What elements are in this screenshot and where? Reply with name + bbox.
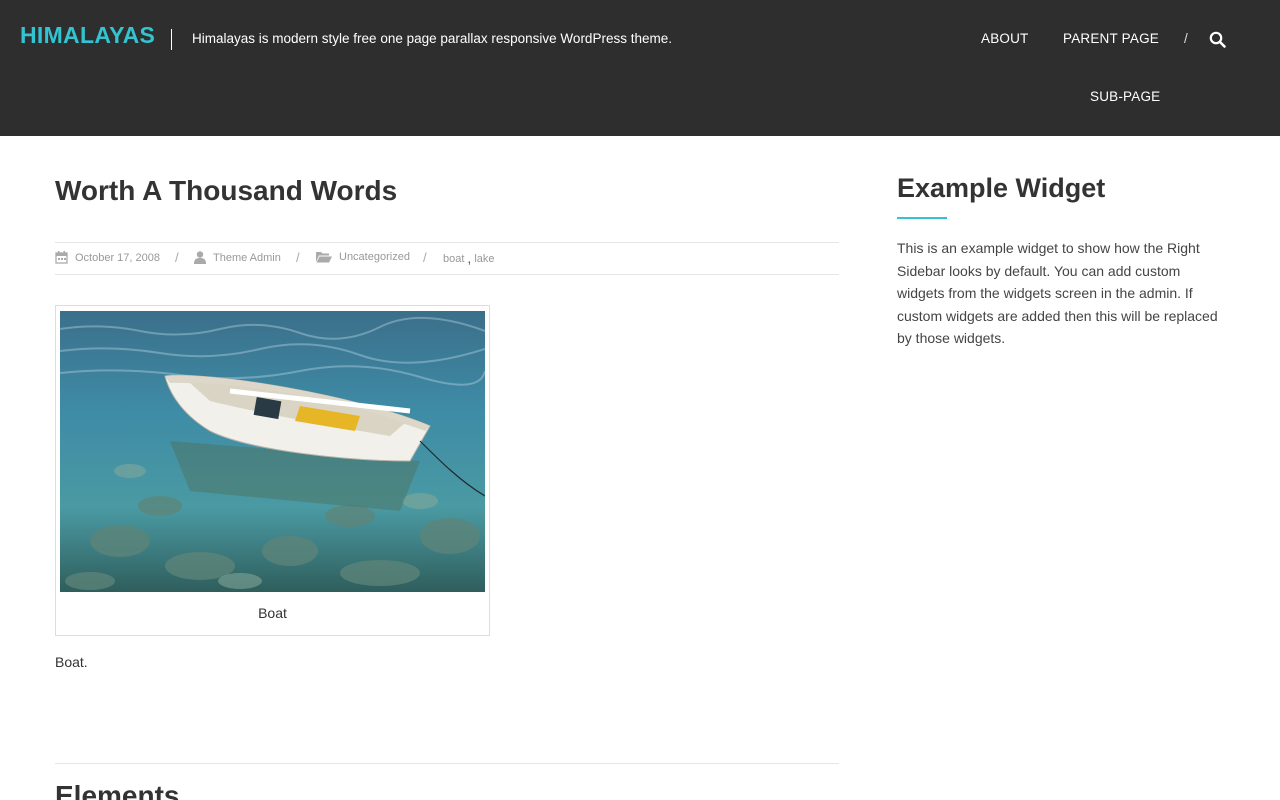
site-header: HIMALAYAS Himalayas is modern style free… bbox=[0, 0, 1280, 136]
post-title[interactable]: Worth A Thousand Words bbox=[55, 175, 397, 207]
image-caption: Boat bbox=[258, 605, 287, 621]
site-title-link[interactable]: HIMALAYAS bbox=[20, 22, 155, 49]
widget-title: Example Widget bbox=[897, 173, 1106, 203]
post-figure: Boat bbox=[55, 305, 490, 636]
post-tag-link[interactable]: lake bbox=[474, 253, 494, 265]
site-tagline: Himalayas is modern style free one page … bbox=[192, 31, 672, 46]
post-tag-link[interactable]: boat bbox=[443, 253, 464, 265]
post-date-link[interactable]: October 17, 2008 bbox=[75, 252, 160, 264]
search-button[interactable] bbox=[1207, 29, 1229, 51]
post-author: Theme Admin bbox=[194, 251, 281, 264]
calendar-icon bbox=[55, 251, 68, 264]
nav-separator: / bbox=[1184, 31, 1188, 46]
meta-separator: / bbox=[175, 250, 179, 265]
tag-separator: , bbox=[467, 250, 472, 266]
nav-item-parent-page[interactable]: PARENT PAGE bbox=[1063, 31, 1159, 46]
user-icon bbox=[194, 251, 206, 264]
meta-separator: / bbox=[423, 250, 427, 265]
nav-item-about[interactable]: ABOUT bbox=[981, 31, 1029, 46]
widget-text: This is an example widget to show how th… bbox=[897, 240, 1218, 346]
post-tags: boat , lake bbox=[443, 250, 495, 267]
post-category-link[interactable]: Uncategorized bbox=[339, 251, 410, 263]
folder-open-icon bbox=[316, 252, 332, 263]
post-date: October 17, 2008 bbox=[55, 251, 160, 264]
boat-photo bbox=[60, 311, 485, 592]
meta-separator: / bbox=[296, 250, 300, 265]
post-divider bbox=[55, 763, 839, 764]
widget-title-underline bbox=[897, 217, 947, 219]
post-author-link[interactable]: Theme Admin bbox=[213, 252, 281, 264]
entry-meta: October 17, 2008 / Theme Admin / Uncateg… bbox=[55, 242, 839, 275]
boat-image[interactable] bbox=[60, 311, 485, 592]
nav-item-sub-page[interactable]: SUB-PAGE bbox=[1090, 89, 1160, 104]
post-category: Uncategorized bbox=[316, 251, 410, 263]
next-post-title[interactable]: Elements bbox=[55, 780, 180, 800]
post-content: Boat. bbox=[55, 654, 88, 670]
header-divider bbox=[171, 29, 172, 50]
search-icon bbox=[1209, 31, 1226, 48]
